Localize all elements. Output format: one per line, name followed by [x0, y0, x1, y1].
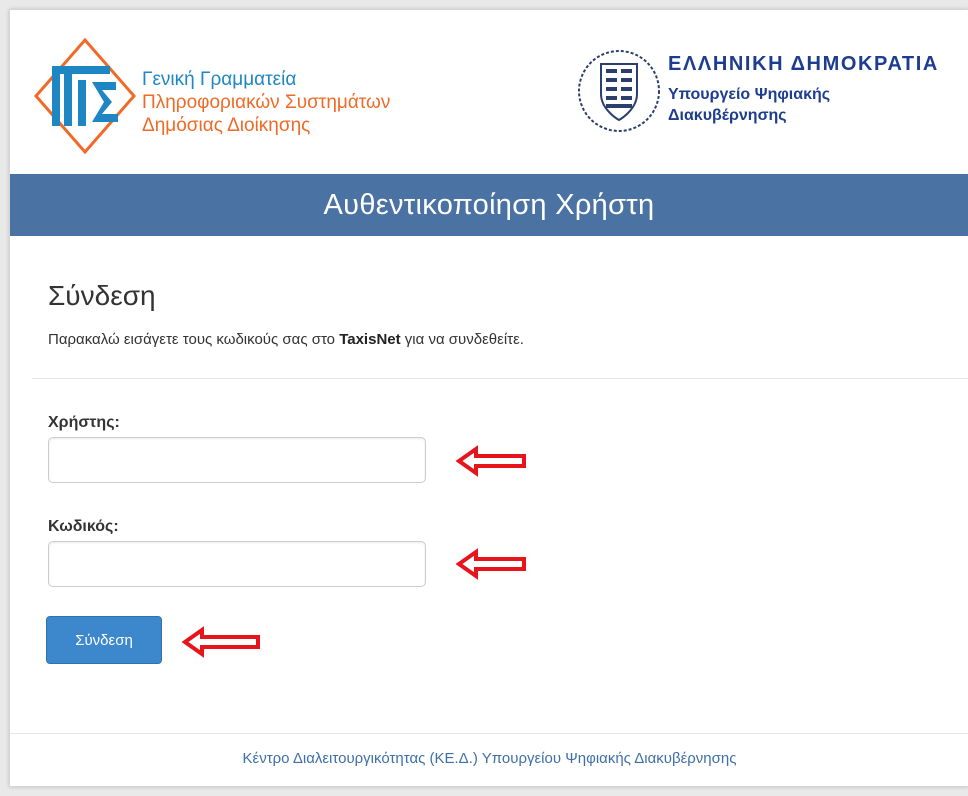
- instructions-text-start: Παρακαλώ εισάγετε τους κωδικούς σας στο: [48, 331, 340, 348]
- page-banner: Αυθεντικοποίηση Χρήστη: [10, 174, 968, 236]
- instructions-service-name: TaxisNet: [339, 331, 401, 348]
- gsis-line-3: Δημόσιας Διοίκησης: [142, 115, 311, 136]
- password-field[interactable]: [48, 541, 426, 587]
- password-label: Κωδικός:: [48, 518, 119, 535]
- arrow-left-outline-icon: [456, 445, 526, 477]
- gsis-line-1: Γενική Γραμματεία: [142, 69, 297, 90]
- login-instructions: Παρακαλώ εισάγετε τους κωδικούς σας στο …: [48, 331, 524, 348]
- form-divider: [32, 378, 968, 379]
- form-title: Σύνδεση: [48, 280, 156, 311]
- footer-divider: [10, 733, 968, 734]
- login-button[interactable]: Σύνδεση: [46, 616, 162, 664]
- ministry-logo: ΕΛΛΗΝΙΚΗ ΔΗΜΟΚΡΑΤΙΑ Υπουργείο Ψηφιακής Δ…: [576, 48, 966, 158]
- arrow-left-outline-icon: [456, 548, 526, 580]
- instructions-text-end: για να συνδεθείτε.: [400, 331, 524, 348]
- ministry-line-2: Διακυβέρνησης: [668, 107, 787, 124]
- gsis-line-2: Πληροφοριακών Συστημάτων: [142, 92, 391, 113]
- footer-text: Κέντρο Διαλειτουργικότητας (ΚΕ.Δ.) Υπουρ…: [242, 750, 737, 767]
- ministry-title: ΕΛΛΗΝΙΚΗ ΔΗΜΟΚΡΑΤΙΑ: [668, 53, 939, 75]
- gsis-name: Γενική Γραμματεία Πληροφοριακών Συστημάτ…: [142, 68, 390, 137]
- ministry-line-1: Υπουργείο Ψηφιακής: [668, 86, 831, 103]
- ministry-subtitle: Υπουργείο Ψηφιακής Διακυβέρνησης: [668, 84, 830, 126]
- gsis-emblem-icon: [34, 37, 136, 155]
- username-field[interactable]: [48, 437, 426, 483]
- banner-title: Αυθεντικοποίηση Χρήστη: [323, 188, 655, 221]
- hellenic-emblem-icon: [578, 50, 660, 132]
- arrow-left-outline-icon: [182, 626, 260, 658]
- gsis-logo: Γενική Γραμματεία Πληροφοριακών Συστημάτ…: [32, 36, 452, 166]
- login-card: Γενική Γραμματεία Πληροφοριακών Συστημάτ…: [9, 9, 968, 787]
- username-label: Χρήστης:: [48, 414, 120, 431]
